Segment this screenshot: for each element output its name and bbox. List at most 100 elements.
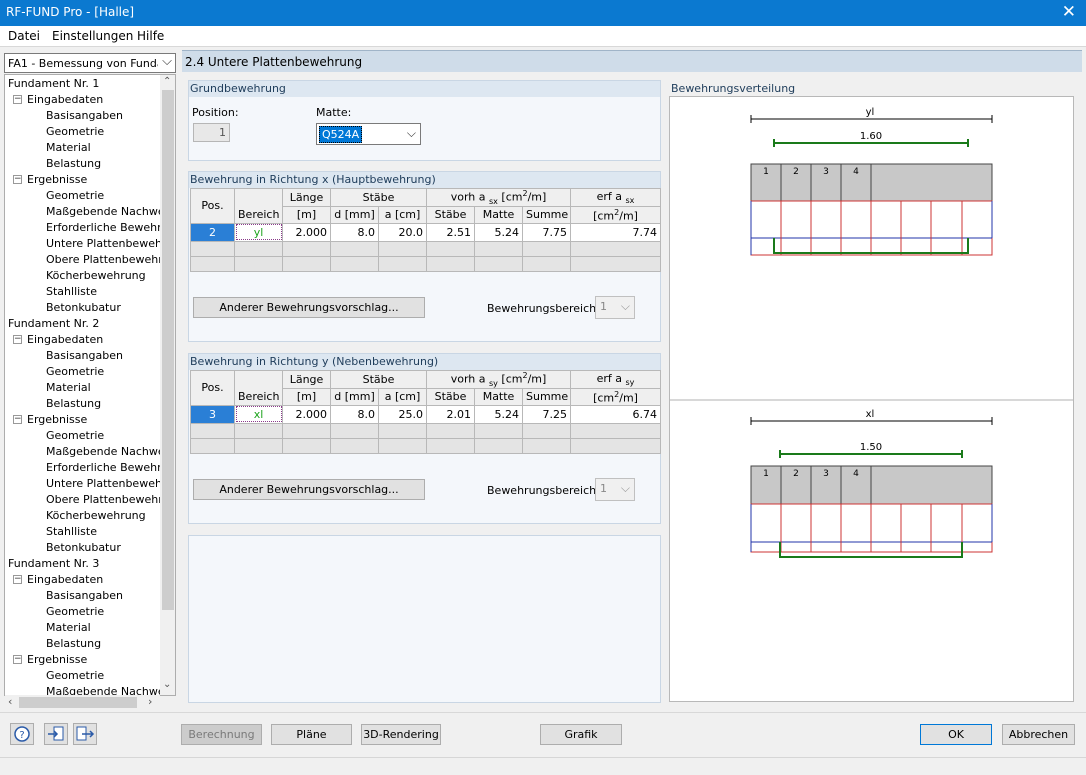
tree-eingabedaten[interactable]: Eingabedaten bbox=[27, 93, 103, 107]
menu-datei[interactable]: Datei bbox=[8, 29, 40, 43]
scrollbar-thumb[interactable] bbox=[162, 90, 174, 610]
cell-bereich[interactable]: xl bbox=[234, 404, 283, 424]
cell-erf[interactable]: 6.74 bbox=[570, 404, 662, 424]
tree-fundament[interactable]: Fundament Nr. 2 bbox=[8, 317, 99, 331]
tree-fundament[interactable]: Fundament Nr. 3 bbox=[8, 557, 99, 571]
alt-suggestion-y-button[interactable]: Anderer Bewehrungsvorschlag... bbox=[193, 479, 425, 500]
import-button[interactable] bbox=[44, 723, 68, 745]
cell-staebe[interactable]: 2.51 bbox=[426, 222, 476, 242]
table-row[interactable] bbox=[190, 437, 662, 454]
tree-eingabedaten[interactable]: Eingabedaten bbox=[27, 333, 103, 347]
scroll-up-icon[interactable]: ⌃ bbox=[163, 76, 171, 87]
position-field: 1 bbox=[193, 123, 230, 142]
tree-input-item[interactable]: Geometrie bbox=[46, 365, 104, 379]
tree-result-item[interactable]: Untere Plattenbewehrung bbox=[46, 477, 175, 491]
tree-result-item[interactable]: Stahlliste bbox=[46, 285, 97, 299]
grafik-button[interactable]: Grafik bbox=[540, 724, 622, 745]
cell-laenge[interactable]: 2.000 bbox=[282, 222, 331, 242]
tree-input-item[interactable]: Basisangaben bbox=[46, 349, 123, 363]
cell-pos[interactable]: 2 bbox=[190, 222, 235, 242]
alt-suggestion-x-button[interactable]: Anderer Bewehrungsvorschlag... bbox=[193, 297, 425, 318]
scroll-down-icon[interactable]: ⌄ bbox=[163, 679, 171, 690]
y-direction-section: Bewehrung in Richtung y (Nebenbewehrung)… bbox=[188, 353, 662, 524]
cell-d[interactable]: 8.0 bbox=[330, 404, 379, 424]
tree-input-item[interactable]: Material bbox=[46, 381, 91, 395]
help-button[interactable]: ? bbox=[10, 723, 34, 745]
table-row[interactable] bbox=[190, 240, 662, 257]
scroll-left-icon[interactable]: ‹ bbox=[8, 695, 12, 708]
table-row[interactable] bbox=[190, 422, 662, 439]
collapse-icon[interactable]: − bbox=[13, 335, 22, 344]
cell-staebe[interactable]: 2.01 bbox=[426, 404, 476, 424]
bereiche-x-select[interactable]: 1 ⌵ bbox=[595, 296, 635, 319]
tree-result-item[interactable]: Obere Plattenbewehrung bbox=[46, 493, 175, 507]
tree-result-item[interactable]: Geometrie bbox=[46, 669, 104, 683]
tree-ergebnisse[interactable]: Ergebnisse bbox=[27, 413, 87, 427]
tree-input-item[interactable]: Geometrie bbox=[46, 125, 104, 139]
tree-fundament[interactable]: Fundament Nr. 1 bbox=[8, 77, 99, 91]
menu-hilfe[interactable]: Hilfe bbox=[137, 29, 164, 43]
export-button[interactable] bbox=[73, 723, 97, 745]
tree-result-item[interactable]: Köcherbewehrung bbox=[46, 509, 146, 523]
col-s-matte: Matte bbox=[474, 205, 524, 224]
cell-matte[interactable]: 5.24 bbox=[474, 404, 524, 424]
tree-result-item[interactable]: Betonkubatur bbox=[46, 301, 121, 315]
tree-result-item[interactable]: Köcherbewehrung bbox=[46, 269, 146, 283]
tree-horizontal-scrollbar[interactable]: ‹ › bbox=[5, 695, 160, 710]
menu-einstellungen[interactable]: Einstellungen bbox=[52, 29, 133, 43]
collapse-icon[interactable]: − bbox=[13, 415, 22, 424]
tree-result-item[interactable]: Betonkubatur bbox=[46, 541, 121, 555]
cell-label: 4 bbox=[853, 469, 859, 479]
tree-eingabedaten[interactable]: Eingabedaten bbox=[27, 573, 103, 587]
tree-result-item[interactable]: Stahlliste bbox=[46, 525, 97, 539]
table-row[interactable] bbox=[190, 255, 662, 272]
cell-a[interactable]: 20.0 bbox=[377, 222, 428, 242]
cell-laenge[interactable]: 2.000 bbox=[282, 404, 331, 424]
scroll-right-icon[interactable]: › bbox=[148, 695, 152, 708]
close-icon[interactable]: ✕ bbox=[1062, 2, 1076, 22]
tree-input-item[interactable]: Material bbox=[46, 141, 91, 155]
tree-result-item[interactable]: Maßgebende Nachweise bbox=[46, 205, 175, 219]
tree-result-item[interactable]: Geometrie bbox=[46, 429, 104, 443]
abbrechen-button[interactable]: Abbrechen bbox=[1002, 724, 1075, 745]
cell-matte[interactable]: 5.24 bbox=[474, 222, 524, 242]
tree-ergebnisse[interactable]: Ergebnisse bbox=[27, 653, 87, 667]
case-select[interactable]: FA1 - Bemessung von Fundame ⌵ bbox=[4, 53, 176, 73]
distribution-graphic[interactable]: yl 1.60 1 2 3 4 xl 1.50 1 2 3 4 bbox=[669, 96, 1074, 702]
collapse-icon[interactable]: − bbox=[13, 655, 22, 664]
collapse-icon[interactable]: − bbox=[13, 95, 22, 104]
cell-pos[interactable]: 3 bbox=[190, 404, 235, 424]
ok-button[interactable]: OK bbox=[920, 724, 992, 745]
tree-input-item[interactable]: Basisangaben bbox=[46, 109, 123, 123]
matte-select[interactable]: Q524A ⌵ bbox=[316, 123, 421, 145]
tree-result-item[interactable]: Maßgebende Nachweise bbox=[46, 445, 175, 459]
rendering-button[interactable]: 3D-Rendering bbox=[361, 724, 441, 745]
cell-bereich[interactable]: yl bbox=[234, 222, 283, 242]
tree-ergebnisse[interactable]: Ergebnisse bbox=[27, 173, 87, 187]
tree-input-item[interactable]: Geometrie bbox=[46, 605, 104, 619]
tree-result-item[interactable]: Obere Plattenbewehrung bbox=[46, 253, 175, 267]
tree-input-item[interactable]: Belastung bbox=[46, 397, 101, 411]
cell-summe[interactable]: 7.75 bbox=[522, 222, 572, 242]
tree-result-item[interactable]: Erforderliche Bewehrung bbox=[46, 221, 175, 235]
scrollbar-thumb[interactable] bbox=[19, 697, 137, 708]
tree-input-item[interactable]: Belastung bbox=[46, 157, 101, 171]
cell-a[interactable]: 25.0 bbox=[377, 404, 428, 424]
berechnung-button[interactable]: Berechnung bbox=[181, 724, 262, 745]
bereiche-y-select[interactable]: 1 ⌵ bbox=[595, 478, 635, 501]
table-row[interactable]: 2 yl 2.000 8.0 20.0 2.51 5.24 7.75 7.74 bbox=[190, 222, 662, 242]
cell-summe[interactable]: 7.25 bbox=[522, 404, 572, 424]
cell-erf[interactable]: 7.74 bbox=[570, 222, 662, 242]
table-row[interactable]: 3 xl 2.000 8.0 25.0 2.01 5.24 7.25 6.74 bbox=[190, 404, 662, 424]
collapse-icon[interactable]: − bbox=[13, 175, 22, 184]
tree-input-item[interactable]: Material bbox=[46, 621, 91, 635]
cell-d[interactable]: 8.0 bbox=[330, 222, 379, 242]
plaene-button[interactable]: Pläne bbox=[271, 724, 352, 745]
tree-input-item[interactable]: Basisangaben bbox=[46, 589, 123, 603]
collapse-icon[interactable]: − bbox=[13, 575, 22, 584]
tree-result-item[interactable]: Untere Plattenbewehrung bbox=[46, 237, 175, 251]
tree-input-item[interactable]: Belastung bbox=[46, 637, 101, 651]
tree-result-item[interactable]: Geometrie bbox=[46, 189, 104, 203]
tree-result-item[interactable]: Erforderliche Bewehrung bbox=[46, 461, 175, 475]
tree-vertical-scrollbar[interactable]: ⌃ ⌄ bbox=[160, 75, 175, 695]
